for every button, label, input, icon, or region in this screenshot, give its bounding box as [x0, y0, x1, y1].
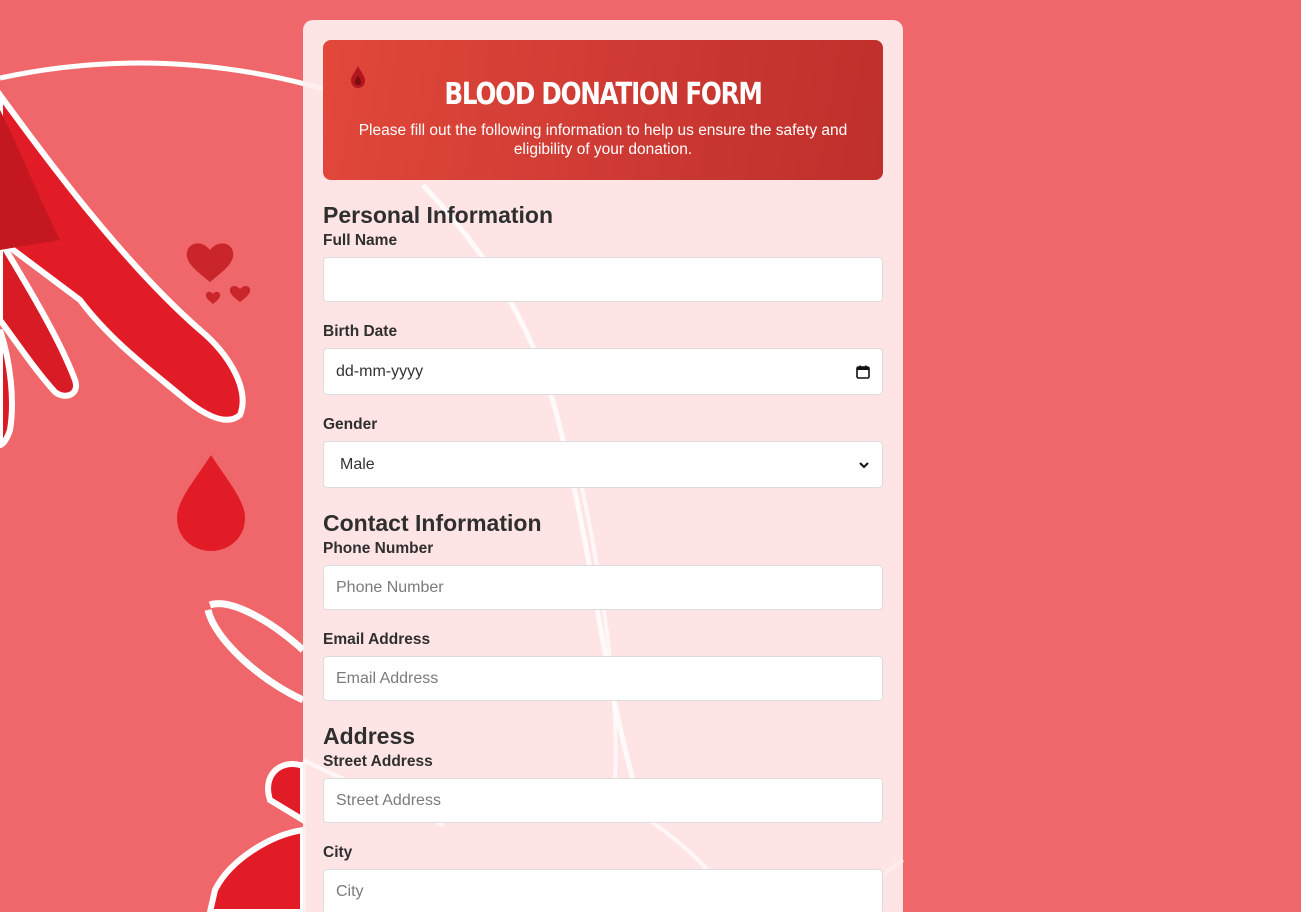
section-title-contact: Contact Information [323, 510, 542, 536]
section-title-personal: Personal Information [323, 202, 554, 228]
gender-select[interactable]: Male [323, 441, 883, 488]
heart-icon [186, 243, 234, 282]
birth-date-placeholder: dd-mm-yyyy [336, 362, 424, 380]
donation-form-card: Blood Donation Form Please fill out the … [303, 20, 903, 912]
full-name-input[interactable] [323, 257, 883, 302]
section-title-address: Address [323, 723, 416, 749]
hand-illustration [0, 89, 246, 449]
birth-date-label: Birth Date [323, 323, 398, 340]
street-address-label: Street Address [323, 753, 433, 770]
blood-drop-icon [351, 66, 365, 88]
phone-placeholder: Phone Number [336, 578, 444, 596]
birth-date-input[interactable]: dd-mm-yyyy [323, 348, 883, 395]
blood-drop-illustration [177, 455, 245, 551]
calendar-icon[interactable] [856, 365, 870, 379]
street-address-input[interactable]: Street Address [323, 778, 883, 823]
form-title: Blood Donation Form [444, 77, 762, 112]
city-input[interactable]: City [323, 869, 883, 912]
street-address-placeholder: Street Address [336, 791, 441, 809]
email-placeholder: Email Address [336, 669, 439, 687]
gender-label: Gender [323, 416, 378, 433]
form-subtitle: Please fill out the following informatio… [358, 122, 848, 158]
city-placeholder: City [336, 882, 364, 900]
full-name-label: Full Name [323, 232, 398, 249]
email-label: Email Address [323, 631, 431, 648]
form-header-banner: Blood Donation Form Please fill out the … [323, 40, 883, 180]
phone-input[interactable]: Phone Number [323, 565, 883, 610]
gender-selected-value: Male [340, 455, 375, 473]
email-input[interactable]: Email Address [323, 656, 883, 701]
phone-label: Phone Number [323, 540, 434, 557]
chevron-down-icon [859, 461, 869, 468]
city-label: City [323, 844, 353, 861]
